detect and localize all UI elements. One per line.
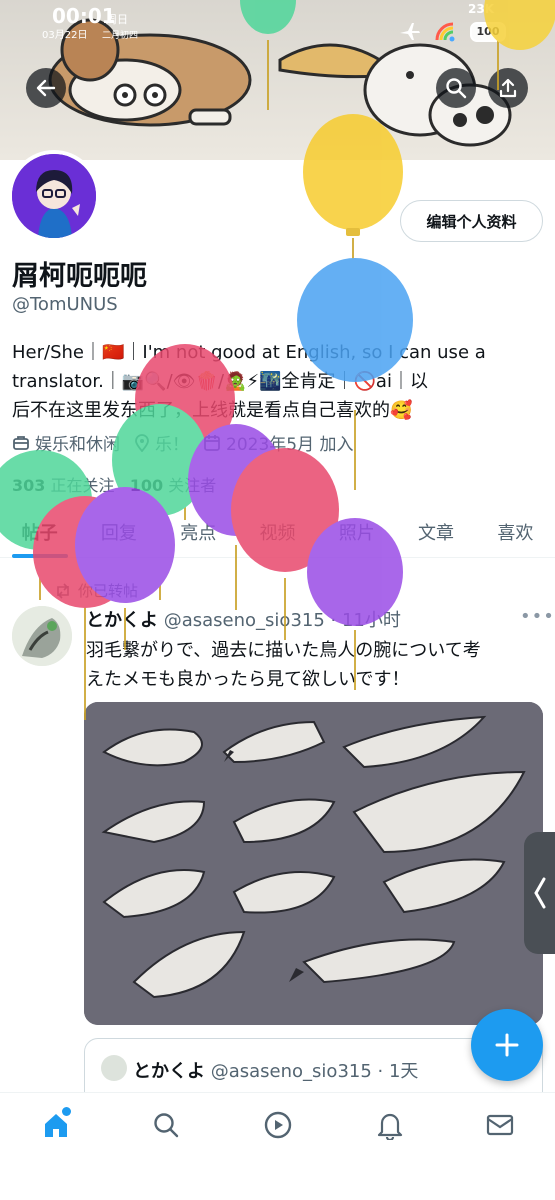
tab-videos[interactable]: 视频: [238, 512, 317, 557]
nav-search[interactable]: [150, 1109, 182, 1141]
tab-posts[interactable]: 帖子: [0, 512, 79, 558]
post-text: 羽毛繋がりで、過去に描いた鳥人の腕について考 えたメモも良かったら見て欲しいです…: [86, 640, 481, 690]
status-date: 03月22日: [42, 30, 88, 41]
search-icon: [154, 1113, 179, 1138]
airplane-mode-icon: [400, 23, 420, 40]
nav-video[interactable]: [262, 1109, 294, 1141]
tab-likes[interactable]: 喜欢: [476, 512, 555, 557]
bird-arm-sketch-image: [84, 702, 543, 1025]
user-handle: @TomUNUS: [12, 294, 118, 315]
back-button[interactable]: [26, 68, 66, 108]
following-link[interactable]: 303 正在关注: [12, 476, 115, 495]
category-item: 娱乐和休闲: [12, 430, 120, 455]
home-notification-dot: [62, 1107, 71, 1116]
joined-item: 2023年5月 加入: [203, 430, 353, 455]
signal-icon: [435, 22, 455, 42]
tab-photos[interactable]: 照片: [317, 512, 396, 557]
side-panel-handle[interactable]: [524, 832, 555, 954]
plus-icon: [495, 1033, 519, 1057]
network-speed: 23K: [468, 2, 494, 16]
quoted-post-header: とかくよ @asaseno_sio315 · 1天: [133, 1057, 418, 1083]
location-item: 乐！: [134, 430, 189, 455]
calendar-icon: [204, 434, 220, 451]
bell-icon: [377, 1113, 403, 1140]
author-avatar-illustration: [12, 606, 72, 666]
display-name: 屑柯呃呃呃: [12, 261, 147, 292]
followers-link[interactable]: 100 关注者: [130, 476, 217, 495]
repost-icon: [57, 582, 69, 599]
share-icon: [499, 78, 517, 98]
quoted-author-name: とかくよ: [133, 1061, 205, 1082]
status-weekday: 周日: [106, 13, 128, 26]
bio-line: Her/She｜🇨🇳｜I'm not good at English, so I…: [12, 342, 486, 363]
location-label: 乐！: [155, 435, 189, 455]
post-meta: @asaseno_sio315 · 11小时: [163, 610, 401, 631]
profile-meta: 娱乐和休闲 乐！ 2023年5月 加入: [12, 430, 353, 455]
profile-avatar[interactable]: [8, 150, 100, 242]
bio-line: 后不在这里发东西了，上线就是看点自己喜欢的🥰: [12, 400, 413, 421]
status-bar: 00:01 周日 03月22日 二月初四 23K 100: [0, 0, 555, 44]
repost-label: 你已转帖: [78, 582, 139, 600]
post-author-avatar[interactable]: [12, 606, 72, 666]
search-icon: [446, 78, 467, 99]
more-options-icon[interactable]: •••: [520, 606, 555, 627]
briefcase-icon: [13, 435, 29, 450]
search-button[interactable]: [436, 68, 476, 108]
tab-highlights[interactable]: 亮点: [159, 512, 238, 557]
bottom-navigation: [0, 1092, 555, 1200]
tab-replies[interactable]: 回复: [79, 512, 158, 557]
play-icon: [264, 1111, 292, 1139]
tab-articles[interactable]: 文章: [396, 512, 475, 557]
location-pin-icon: [135, 433, 149, 452]
edit-profile-button[interactable]: 编辑个人资料: [400, 200, 543, 242]
quoted-author-avatar: [101, 1055, 127, 1081]
bio-line: translator.｜📷🔍/👁🍿/🧟⚡🌃全肯定｜🚫ai｜以: [12, 371, 428, 392]
repost-indicator: 你已转帖: [54, 580, 138, 601]
category-label: 娱乐和休闲: [35, 435, 120, 455]
arrow-left-icon: [36, 79, 56, 97]
avatar-illustration: [12, 154, 96, 238]
compose-button[interactable]: [471, 1009, 543, 1081]
mail-icon: [486, 1114, 514, 1136]
nav-messages[interactable]: [484, 1109, 516, 1141]
battery-indicator: 100: [470, 22, 506, 42]
quoted-post-meta: @asaseno_sio315 · 1天: [210, 1061, 419, 1082]
profile-tabs: 帖子 回复 亮点 视频 照片 文章 喜欢: [0, 512, 555, 558]
share-button[interactable]: [488, 68, 528, 108]
profile-bio: Her/She｜🇨🇳｜I'm not good at English, so I…: [12, 338, 548, 425]
joined-label: 2023年5月 加入: [226, 435, 354, 455]
post-author-name[interactable]: とかくよ: [86, 610, 158, 631]
nav-notifications[interactable]: [374, 1109, 406, 1141]
status-lunar-date: 二月初四: [102, 31, 139, 41]
post-header: とかくよ @asaseno_sio315 · 11小时: [86, 606, 401, 632]
follow-stats: 303 正在关注 100 关注者: [12, 472, 216, 496]
chevron-left-icon: [533, 877, 545, 909]
post-image[interactable]: [84, 702, 543, 1025]
